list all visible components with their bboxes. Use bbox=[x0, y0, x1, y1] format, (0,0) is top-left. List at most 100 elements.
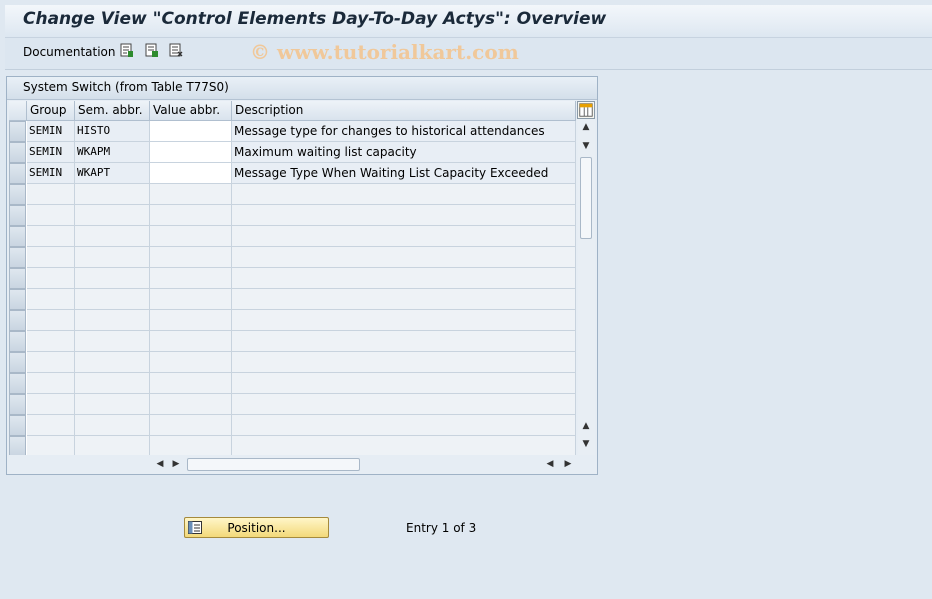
empty-cell bbox=[232, 331, 576, 352]
horizontal-scroll-thumb[interactable] bbox=[187, 458, 360, 471]
row-selector[interactable] bbox=[9, 415, 26, 436]
empty-cell bbox=[27, 436, 75, 455]
column-header-description[interactable]: Description bbox=[232, 101, 576, 121]
empty-cell bbox=[150, 331, 232, 352]
table-row bbox=[9, 373, 576, 394]
table-row bbox=[9, 247, 576, 268]
cell-group: SEMIN bbox=[27, 121, 75, 142]
empty-cell bbox=[75, 247, 150, 268]
empty-cell bbox=[150, 394, 232, 415]
details-icon[interactable] bbox=[120, 43, 134, 58]
row-selector[interactable] bbox=[9, 394, 26, 415]
page-down-icon[interactable]: ▼ bbox=[579, 439, 593, 449]
empty-cell bbox=[75, 436, 150, 455]
scroll-up-icon[interactable]: ▲ bbox=[579, 122, 593, 132]
empty-cell bbox=[75, 268, 150, 289]
row-selector[interactable] bbox=[9, 226, 26, 247]
row-selector[interactable] bbox=[9, 142, 26, 163]
page-up-icon[interactable]: ▲ bbox=[579, 421, 593, 431]
empty-cell bbox=[75, 331, 150, 352]
empty-cell bbox=[27, 310, 75, 331]
table-settings-icon[interactable] bbox=[577, 101, 595, 119]
row-selector[interactable] bbox=[9, 268, 26, 289]
watermark: © www.tutorialkart.com bbox=[250, 40, 519, 64]
empty-cell bbox=[232, 436, 576, 455]
row-selector[interactable] bbox=[9, 310, 26, 331]
row-selector[interactable] bbox=[9, 205, 26, 226]
empty-cell bbox=[75, 205, 150, 226]
empty-cell bbox=[150, 226, 232, 247]
value-abbr-input[interactable] bbox=[150, 142, 232, 163]
row-selector[interactable] bbox=[9, 331, 26, 352]
empty-cell bbox=[75, 184, 150, 205]
empty-cell bbox=[232, 184, 576, 205]
position-button[interactable]: Position... bbox=[184, 517, 329, 538]
empty-cell bbox=[150, 352, 232, 373]
row-selector[interactable] bbox=[9, 436, 26, 455]
scroll-right-end-icon[interactable]: ▶ bbox=[561, 459, 575, 469]
table-row bbox=[9, 205, 576, 226]
select-all-header[interactable] bbox=[9, 101, 27, 121]
cell-description: Maximum waiting list capacity bbox=[232, 142, 576, 163]
empty-cell bbox=[27, 415, 75, 436]
empty-cell bbox=[232, 205, 576, 226]
cell-sem-abbr: HISTO bbox=[75, 121, 150, 142]
empty-cell bbox=[232, 247, 576, 268]
empty-cell bbox=[75, 394, 150, 415]
delimit-icon[interactable] bbox=[169, 43, 183, 58]
cell-description: Message type for changes to historical a… bbox=[232, 121, 576, 142]
column-header-group[interactable]: Group bbox=[27, 101, 75, 121]
empty-cell bbox=[27, 247, 75, 268]
cell-description: Message Type When Waiting List Capacity … bbox=[232, 163, 576, 184]
row-selector[interactable] bbox=[9, 373, 26, 394]
horizontal-scrollbar[interactable]: ◀ ▶ ◀ ▶ bbox=[153, 457, 578, 472]
documentation-button[interactable]: Documentation bbox=[23, 45, 116, 59]
empty-cell bbox=[150, 205, 232, 226]
scroll-left-icon[interactable]: ◀ bbox=[153, 459, 167, 469]
vertical-scroll-thumb[interactable] bbox=[580, 157, 592, 239]
empty-cell bbox=[150, 310, 232, 331]
column-header-sem-abbr[interactable]: Sem. abbr. bbox=[75, 101, 150, 121]
scroll-right-icon[interactable]: ▶ bbox=[169, 459, 183, 469]
empty-cell bbox=[150, 289, 232, 310]
table-row bbox=[9, 415, 576, 436]
empty-cell bbox=[75, 226, 150, 247]
table-row bbox=[9, 394, 576, 415]
title-bar: Change View "Control Elements Day-To-Day… bbox=[5, 5, 932, 38]
empty-cell bbox=[27, 268, 75, 289]
scroll-down-icon[interactable]: ▼ bbox=[579, 141, 593, 151]
table-row bbox=[9, 268, 576, 289]
table-row: SEMIN WKAPT Message Type When Waiting List… bbox=[9, 163, 576, 184]
table-row bbox=[9, 289, 576, 310]
table-row: SEMIN WKAPM Maximum waiting list capacity bbox=[9, 142, 576, 163]
row-selector[interactable] bbox=[9, 289, 26, 310]
value-abbr-input[interactable] bbox=[150, 163, 232, 184]
table-row bbox=[9, 352, 576, 373]
row-selector[interactable] bbox=[9, 121, 26, 142]
scroll-left-end-icon[interactable]: ◀ bbox=[543, 459, 557, 469]
table-row bbox=[9, 310, 576, 331]
empty-cell bbox=[27, 394, 75, 415]
value-abbr-input[interactable] bbox=[150, 121, 232, 142]
empty-cell bbox=[27, 373, 75, 394]
column-header-value-abbr[interactable]: Value abbr. bbox=[150, 101, 232, 121]
table-row: SEMIN HISTO Message type for changes to hi… bbox=[9, 121, 576, 142]
entry-counter: Entry 1 of 3 bbox=[406, 521, 477, 535]
empty-cell bbox=[27, 205, 75, 226]
cell-group: SEMIN bbox=[27, 142, 75, 163]
empty-cell bbox=[75, 415, 150, 436]
row-selector[interactable] bbox=[9, 184, 26, 205]
empty-cell bbox=[232, 268, 576, 289]
empty-cell bbox=[232, 394, 576, 415]
row-selector[interactable] bbox=[9, 163, 26, 184]
empty-cell bbox=[150, 247, 232, 268]
vertical-scrollbar[interactable]: ▲ ▼ ▲ ▼ bbox=[578, 119, 595, 455]
page-title: Change View "Control Elements Day-To-Day… bbox=[23, 9, 607, 29]
copy-icon[interactable] bbox=[145, 43, 159, 58]
empty-cell bbox=[75, 352, 150, 373]
row-selector[interactable] bbox=[9, 352, 26, 373]
row-selector[interactable] bbox=[9, 247, 26, 268]
empty-cell bbox=[75, 310, 150, 331]
table-control: Group Sem. abbr. Value abbr. Description… bbox=[9, 101, 576, 455]
position-button-label: Position... bbox=[227, 521, 286, 535]
